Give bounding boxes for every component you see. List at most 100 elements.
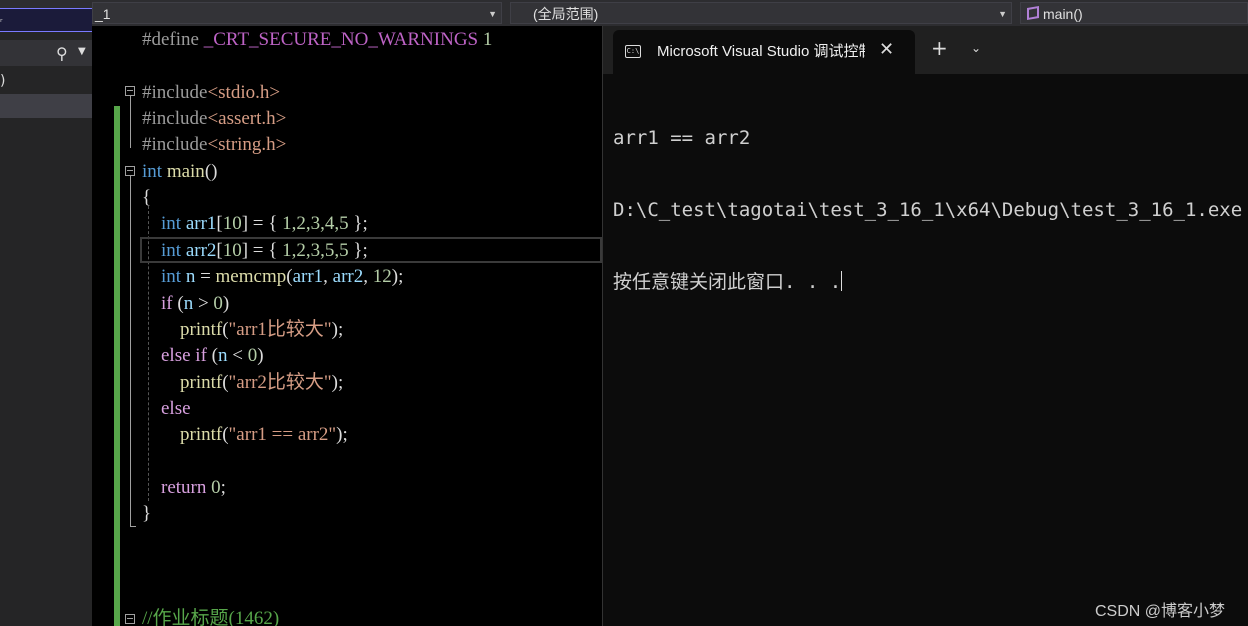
scope-dropdown[interactable]: (全局范围) ▼ bbox=[510, 2, 1012, 24]
code-line[interactable]: int arr1[10] = { 1,2,3,4,5 }; bbox=[142, 211, 368, 237]
console-icon: C:\ bbox=[625, 45, 641, 58]
tree-row[interactable] bbox=[0, 70, 92, 94]
code-token: () bbox=[204, 160, 218, 182]
code-token: } bbox=[142, 503, 152, 525]
terminal-line: D:\C_test\tagotai\test_3_16_1\x64\Debug\… bbox=[613, 199, 1243, 221]
chevron-down-icon[interactable]: ⌄ bbox=[971, 41, 981, 55]
code-token: <stdio.h> bbox=[207, 81, 281, 103]
code-line-comment[interactable]: //作业标题(1462) bbox=[142, 606, 279, 626]
new-tab-plus-icon[interactable]: + bbox=[931, 37, 948, 59]
code-token: int bbox=[161, 213, 182, 235]
collapse-icon[interactable] bbox=[125, 86, 135, 96]
code-token: ); bbox=[336, 424, 348, 446]
code-token: 1,2,3,5,5 bbox=[282, 239, 349, 261]
code-token: , bbox=[363, 266, 373, 288]
code-line[interactable]: if (n > 0) bbox=[142, 291, 229, 317]
code-line[interactable]: return 0; bbox=[142, 475, 226, 501]
code-token: }; bbox=[348, 239, 368, 261]
code-token: main bbox=[166, 160, 205, 182]
code-token: arr1 bbox=[185, 213, 217, 235]
code-line[interactable]: printf("arr1 == arr2"); bbox=[142, 422, 348, 448]
project-dropdown-label: _1 bbox=[95, 6, 111, 22]
code-token: ); bbox=[331, 318, 344, 340]
collapse-icon[interactable] bbox=[125, 166, 135, 176]
code-line[interactable]: #include<string.h> bbox=[142, 132, 286, 158]
terminal-output[interactable]: arr1 == arr2 D:\C_test\tagotai\test_3_16… bbox=[613, 78, 1248, 342]
code-token: "arr1 == arr2" bbox=[228, 424, 337, 446]
search-icon[interactable]: ⚲ bbox=[56, 44, 68, 63]
code-line[interactable]: printf("arr2比较大"); bbox=[142, 370, 343, 396]
close-icon[interactable]: ✕ bbox=[879, 40, 894, 60]
code-line[interactable]: int n = memcmp(arr1, arr2, 12); bbox=[142, 264, 403, 290]
code-token: "arr1比较大" bbox=[228, 318, 332, 340]
collapse-icon[interactable] bbox=[125, 614, 135, 624]
code-token: #include bbox=[142, 108, 208, 130]
code-line[interactable]: printf("arr1比较大"); bbox=[142, 317, 343, 343]
code-line[interactable]: #define _CRT_SECURE_NO_WARNINGS 1 bbox=[142, 27, 492, 53]
solution-explorer-panel: ᵣ ⚲ ▼ ) bbox=[0, 0, 93, 626]
text-cursor bbox=[841, 271, 843, 291]
code-token: ); bbox=[331, 371, 344, 393]
code-token: #define bbox=[142, 29, 204, 50]
terminal-line: 按任意键关闭此窗口. . . bbox=[613, 270, 1248, 294]
code-line[interactable]: int arr2[10] = { 1,2,3,5,5 }; bbox=[142, 238, 368, 264]
debug-console-window[interactable]: C:\ Microsoft Visual Studio 调试控制台 ✕ + ⌄ … bbox=[602, 26, 1248, 626]
panel-tab-box[interactable]: ᵣ bbox=[0, 8, 93, 32]
chevron-down-icon: ▼ bbox=[998, 9, 1007, 19]
code-token: printf bbox=[180, 318, 223, 340]
code-token: int bbox=[142, 160, 163, 182]
code-token: ( bbox=[206, 345, 218, 367]
terminal-tab[interactable]: C:\ Microsoft Visual Studio 调试控制台 ✕ bbox=[613, 30, 915, 74]
tree-row-text: ) bbox=[0, 73, 6, 89]
code-token: _CRT_SECURE_NO_WARNINGS bbox=[203, 29, 479, 50]
code-line[interactable]: { bbox=[142, 185, 151, 211]
code-token: > bbox=[193, 292, 214, 314]
code-line[interactable]: else if (n < 0) bbox=[142, 343, 264, 369]
code-token: arr2 bbox=[332, 266, 364, 288]
code-token: ; bbox=[220, 476, 226, 498]
code-line[interactable]: #include<stdio.h> bbox=[142, 80, 280, 106]
code-line[interactable]: } bbox=[142, 501, 151, 527]
code-token: arr2 bbox=[185, 239, 217, 261]
fold-guide bbox=[130, 96, 131, 148]
code-token: #include bbox=[142, 81, 208, 103]
code-token: printf bbox=[180, 424, 223, 446]
code-line[interactable]: else bbox=[142, 396, 191, 422]
code-token: ) bbox=[257, 345, 264, 367]
terminal-line: arr1 == arr2 bbox=[613, 127, 751, 149]
code-token: return bbox=[161, 476, 207, 498]
code-token: ] = { bbox=[241, 213, 283, 235]
code-token: else bbox=[161, 397, 191, 419]
member-dropdown[interactable]: main() bbox=[1020, 2, 1248, 24]
code-token: = bbox=[195, 266, 216, 288]
code-token: ( bbox=[172, 292, 184, 314]
change-tracking-bar bbox=[114, 106, 120, 626]
watermark: CSDN @博客小梦 bbox=[1095, 603, 1226, 620]
code-token: 10 bbox=[222, 239, 242, 261]
code-editor[interactable]: #define _CRT_SECURE_NO_WARNINGS 1 #includ… bbox=[92, 26, 602, 626]
code-line[interactable]: #include<assert.h> bbox=[142, 106, 286, 132]
code-token: int bbox=[161, 239, 182, 261]
code-token: , bbox=[323, 266, 333, 288]
chevron-down-icon[interactable]: ▼ bbox=[78, 46, 86, 57]
tree-row-selected[interactable] bbox=[0, 94, 92, 118]
code-token: arr1 bbox=[292, 266, 324, 288]
code-token: ] = { bbox=[241, 239, 283, 261]
code-line[interactable]: int main() bbox=[142, 159, 217, 185]
scope-dropdown-label: (全局范围) bbox=[533, 6, 599, 22]
code-token: { bbox=[142, 187, 152, 209]
navigation-bar: _1 ▼ (全局范围) ▼ main() bbox=[92, 0, 1248, 26]
code-token: 10 bbox=[222, 213, 242, 235]
code-token: 1,2,3,4,5 bbox=[282, 213, 349, 235]
project-dropdown[interactable]: _1 ▼ bbox=[92, 2, 502, 24]
method-cube-icon bbox=[1027, 5, 1039, 21]
code-token: n bbox=[185, 266, 196, 288]
terminal-line-text: 按任意键关闭此窗口. . . bbox=[613, 271, 842, 293]
terminal-tab-title: Microsoft Visual Studio 调试控制台 bbox=[657, 43, 865, 60]
